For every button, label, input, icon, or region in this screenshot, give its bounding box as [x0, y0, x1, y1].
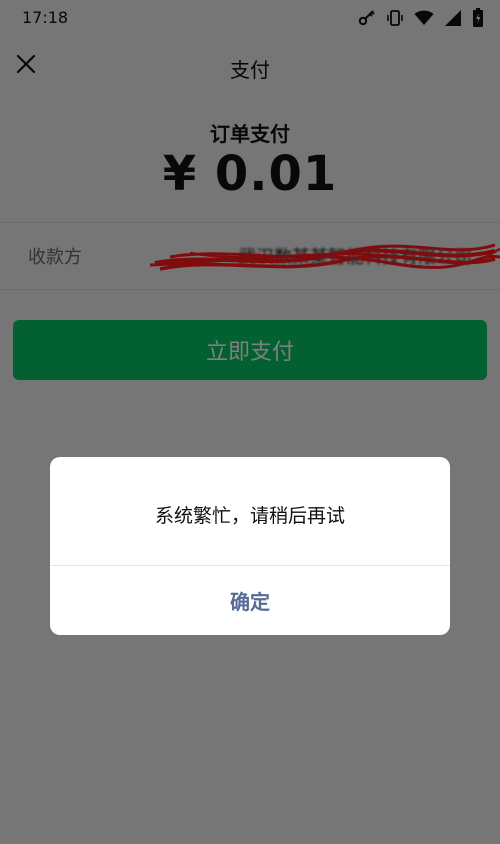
dialog-confirm-button[interactable]: 确定	[50, 566, 450, 635]
payment-screen: 17:18	[0, 0, 500, 844]
dialog-message: 系统繁忙，请稍后再试	[154, 505, 345, 527]
error-dialog: 系统繁忙，请稍后再试 确定	[50, 457, 450, 635]
modal-overlay	[0, 0, 500, 844]
